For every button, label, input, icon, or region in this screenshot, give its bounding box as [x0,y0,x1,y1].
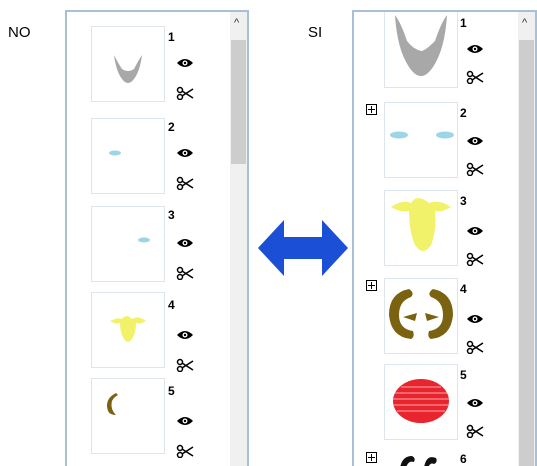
label-si: SI [308,24,323,41]
scissors-icon[interactable] [466,70,484,84]
thumbnail [384,278,458,354]
item-number: 4 [460,282,467,296]
scissors-icon[interactable] [466,162,484,176]
list-item[interactable]: 1 [354,12,519,102]
blue-shape [390,131,454,139]
eye-icon[interactable] [176,414,194,428]
scissors-icon[interactable] [466,340,484,354]
eye-icon[interactable] [466,396,484,410]
thumbnail [384,364,458,440]
scroll-up-arrow-icon[interactable]: ^ [522,18,527,29]
item-number: 3 [168,208,175,222]
thumbnail [91,206,165,282]
item-number: 6 [460,452,467,466]
item-number: 4 [168,298,175,312]
yellow-shape [391,198,451,251]
list-item[interactable]: 4 [67,292,227,380]
scrollbar-thumb[interactable] [231,40,246,164]
list-item[interactable]: 6 [354,448,519,466]
eye-icon[interactable] [176,56,194,70]
eye-icon[interactable] [176,328,194,342]
olive-shape [389,289,453,339]
list-item[interactable]: 3 [354,188,519,276]
item-number: 5 [460,368,467,382]
thumbnail [384,12,458,88]
red-shape [393,379,449,423]
scissors-icon[interactable] [176,266,194,280]
eye-icon[interactable] [466,134,484,148]
list-item[interactable]: 3 [67,202,227,292]
blue-shape [138,237,150,243]
expand-icon[interactable] [366,104,377,115]
scroll-up-arrow-icon[interactable]: ^ [234,18,239,29]
right-stitch-list[interactable]: 1 2 3 4 5 6 ^ [352,10,537,466]
list-item[interactable]: 5 [354,364,519,452]
left-stitch-list[interactable]: 1 2 3 4 5 ^ [65,10,249,466]
list-item[interactable]: 5 [67,378,227,466]
scissors-icon[interactable] [176,86,194,100]
thumbnail [91,378,165,454]
gray-shape [395,15,447,76]
vertical-scrollbar[interactable]: ^ [230,12,247,466]
scrollbar-thumb[interactable] [519,40,534,466]
list-item[interactable]: 1 [67,12,227,112]
thumbnail [91,118,165,194]
blue-shape [109,150,121,156]
scissors-icon[interactable] [176,358,194,372]
eye-icon[interactable] [466,312,484,326]
thumbnail [91,26,165,102]
list-item[interactable]: 2 [354,100,519,188]
scissors-icon[interactable] [176,176,194,190]
item-number: 1 [168,30,175,44]
eye-icon[interactable] [466,224,484,238]
scissors-icon[interactable] [466,252,484,266]
expand-icon[interactable] [366,280,377,291]
gray-shape [114,55,142,83]
item-number: 1 [460,16,467,30]
thumbnail [384,190,458,266]
olive-shape [107,393,118,415]
item-number: 3 [460,194,467,208]
eye-icon[interactable] [176,236,194,250]
label-no: NO [8,24,31,41]
thumbnail [91,292,165,368]
list-item[interactable]: 4 [354,276,519,364]
item-number: 2 [168,120,175,134]
list-item[interactable]: 2 [67,112,227,202]
yellow-shape [110,316,146,342]
eye-icon[interactable] [176,146,194,160]
black-shape [400,456,437,466]
item-number: 2 [460,106,467,120]
vertical-scrollbar[interactable]: ^ [518,12,535,466]
thumbnail [384,102,458,178]
item-number: 5 [168,384,175,398]
scissors-icon[interactable] [176,444,194,458]
eye-icon[interactable] [466,42,484,56]
expand-icon[interactable] [366,452,377,463]
scissors-icon[interactable] [466,424,484,438]
double-arrow-icon [258,220,348,276]
